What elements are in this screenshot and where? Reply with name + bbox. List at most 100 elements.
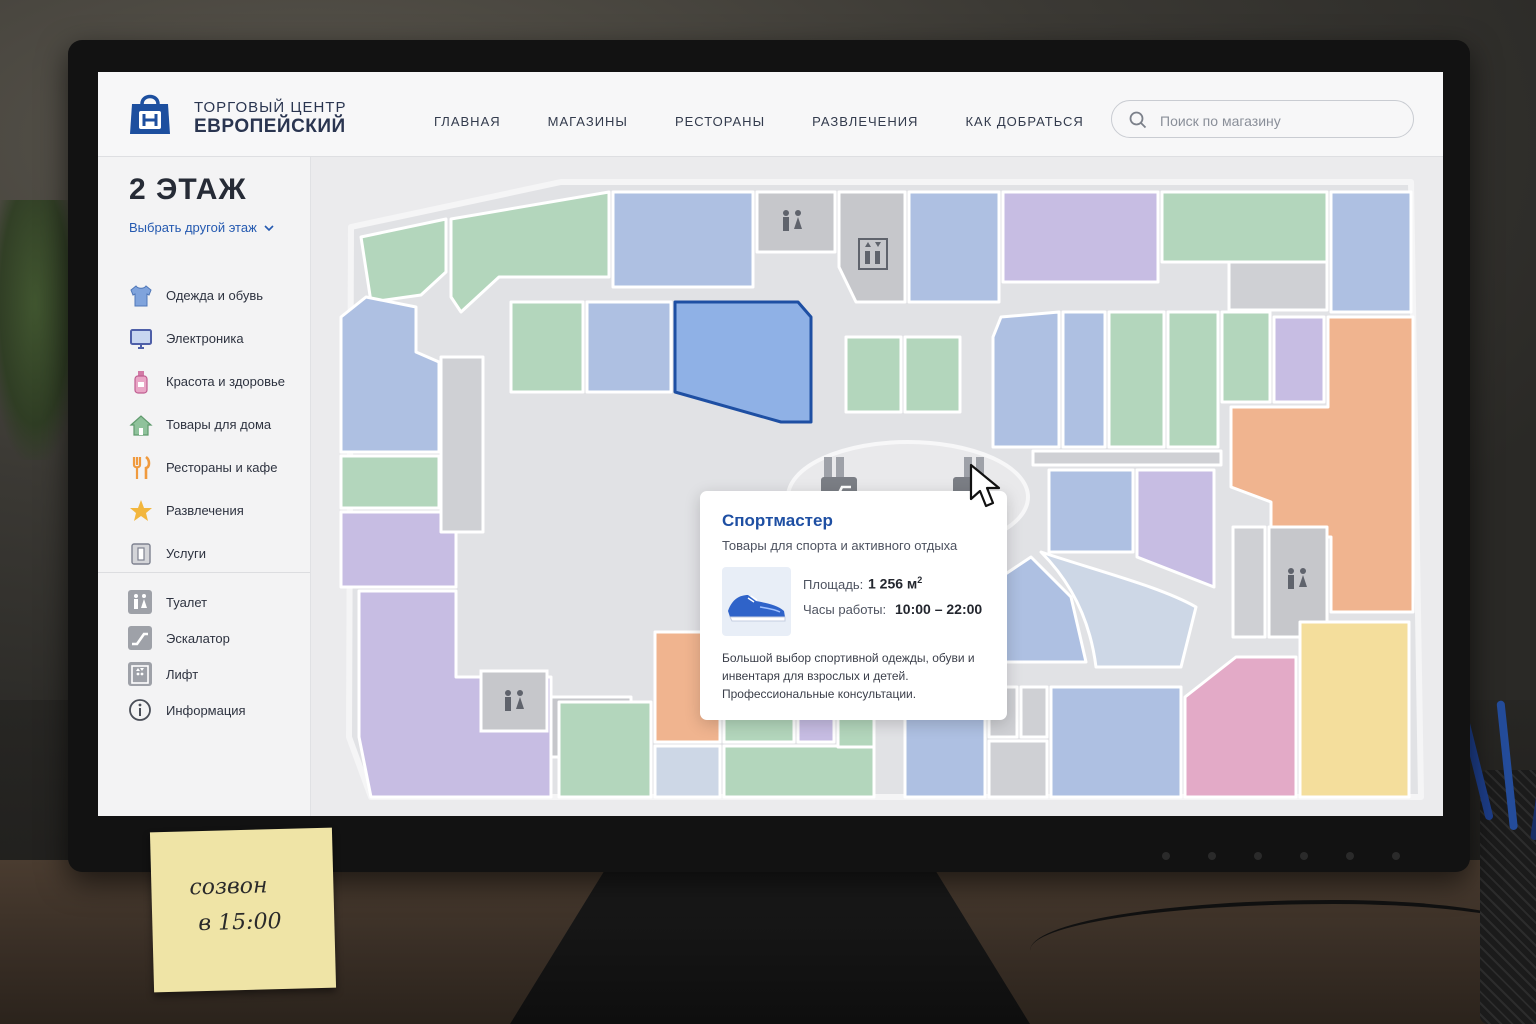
elevator-block [837,190,907,304]
pen-cup [1454,692,1536,1024]
store-unit [1166,310,1220,449]
elevator-icon [128,662,152,686]
store-unit [722,744,876,799]
legend-elevator[interactable]: Лифт [128,656,310,692]
legend-info[interactable]: Информация [128,692,310,728]
restroom-icon[interactable] [479,669,549,733]
floor-map: + − Спортмастер Товары для спорта и акти… [311,157,1443,816]
screen: ТОРГОВЫЙ ЦЕНТР ЕВРОПЕЙСКИЙ ГЛАВНАЯ МАГАЗ… [98,72,1443,816]
search-icon [1129,111,1147,129]
legend-label: Лифт [166,666,199,682]
popup-area-label: Площадь: [803,577,864,592]
category-list: Одежда и обувь Электроника Красота и здо… [128,274,310,575]
store-unit [1061,310,1107,449]
sneaker-icon [728,595,786,622]
popup-subtitle: Товары для спорта и активного отдыха [722,538,958,553]
nav-entertainment[interactable]: РАЗВЛЕЧЕНИЯ [812,114,918,129]
main-nav: ГЛАВНАЯ МАГАЗИНЫ РЕСТОРАНЫ РАЗВЛЕЧЕНИЯ К… [434,114,1084,129]
store-unit [991,310,1061,449]
floor-select-dropdown[interactable]: Выбрать другой этаж [129,220,274,235]
store-unit [1047,468,1135,554]
sticky-note: созвон в 15:00 [149,827,337,993]
brand-line-2: ЕВРОПЕЙСКИЙ [194,116,346,137]
category-label: Развлечения [166,503,244,518]
restroom-icon [128,590,152,614]
store-unit [1298,620,1411,799]
store-unit [509,300,585,394]
service-icon [131,542,151,565]
sticky-note-line-1: созвон [189,873,268,901]
category-home-goods[interactable]: Товары для дома [128,403,310,446]
legend-escalator[interactable]: Эскалатор [128,620,310,656]
shopping-bag-logo-icon [130,94,170,134]
store-unit [653,744,722,799]
sticky-note-line-2: в 15:00 [198,908,282,937]
store-unit [903,335,962,414]
monitor-buttons [1162,852,1400,860]
category-label: Красота и здоровье [166,374,286,389]
store-unit [907,190,1001,304]
legend-label: Туалет [166,594,208,610]
store-unit [844,335,903,414]
legend-label: Эскалатор [166,630,230,646]
store-unit [611,190,755,289]
legend-list: Туалет Эскалатор Лифт Информация [128,584,310,728]
store-unit [339,510,458,589]
mouse-cursor-icon [969,463,1001,508]
sidebar: 2 ЭТАЖ Выбрать другой этаж Одежда и обув… [98,157,311,816]
category-beauty[interactable]: Красота и здоровье [128,360,310,403]
category-services[interactable]: Услуги [128,532,310,575]
store-info-popup: Спортмастер Товары для спорта и активног… [700,491,1007,720]
store-unit [1049,685,1183,799]
service-unit [987,739,1049,799]
nav-directions[interactable]: КАК ДОБРАТЬСЯ [965,114,1083,129]
escalator-icon [128,626,152,650]
sidebar-divider [98,572,310,573]
category-label: Одежда и обувь [166,288,264,303]
category-clothing[interactable]: Одежда и обувь [128,274,310,317]
floor-select-label: Выбрать другой этаж [129,220,257,235]
category-label: Товары для дома [166,417,272,432]
category-electronics[interactable]: Электроника [128,317,310,360]
popup-area-value: 1 256 м2 [868,575,923,592]
popup-hours-value: 10:00 – 22:00 [895,601,983,617]
category-entertainment[interactable]: Развлечения [128,489,310,532]
store-unit [1001,190,1160,284]
category-restaurants[interactable]: Рестораны и кафе [128,446,310,489]
fork-knife-icon [132,455,151,479]
nav-restaurants[interactable]: РЕСТОРАНЫ [675,114,765,129]
category-label: Электроника [166,331,244,346]
brand-line-1: ТОРГОВЫЙ ЦЕНТР [194,99,347,116]
store-unit [1329,190,1413,314]
category-label: Услуги [166,546,206,561]
service-unit [1231,525,1267,639]
nav-home[interactable]: ГЛАВНАЯ [434,114,501,129]
popup-description: Большой выбор спортивной одежды, обуви и… [722,651,975,701]
search-input[interactable] [1158,109,1402,133]
popup-hours-label: Часы работы: [803,602,887,617]
restroom-block [755,190,837,254]
service-unit [1031,449,1223,467]
sneaker-image [722,567,791,636]
service-unit [1227,260,1329,312]
floor-title: 2 ЭТАЖ [129,173,247,206]
store-unit [1272,315,1326,404]
store-unit [557,700,653,799]
house-icon [129,414,153,436]
store-unit [1107,310,1166,449]
search-box[interactable] [1111,100,1414,138]
chevron-down-icon [264,225,274,232]
service-unit [1019,685,1049,739]
cosmetics-icon [134,370,148,394]
monitor-icon [130,328,152,349]
legend-restroom[interactable]: Туалет [128,584,310,620]
popup-title[interactable]: Спортмастер [722,511,833,531]
legend-label: Информация [166,702,246,718]
info-icon [129,699,151,721]
service-unit [439,355,485,534]
store-unit [1160,190,1329,264]
nav-stores[interactable]: МАГАЗИНЫ [548,114,628,129]
star-icon [130,499,152,521]
top-bar: ТОРГОВЫЙ ЦЕНТР ЕВРОПЕЙСКИЙ ГЛАВНАЯ МАГАЗ… [98,72,1443,157]
store-unit [1220,310,1272,404]
